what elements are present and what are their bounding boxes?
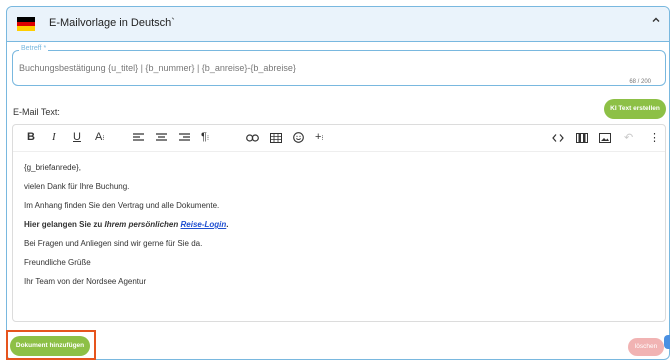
body-line: Ihr Team von der Nordsee Agentur [24, 277, 147, 286]
undo-icon[interactable]: ↶ [624, 131, 633, 144]
body-line: {g_briefanrede}, [24, 163, 81, 172]
body-line: Im Anhang finden Sie den Vertrag und all… [24, 201, 220, 210]
add-document-button[interactable]: Dokument hinzufügen [10, 336, 90, 356]
body-line: Freundliche Grüße [24, 258, 91, 267]
link-icon[interactable] [246, 133, 259, 143]
emoji-icon[interactable] [293, 132, 304, 143]
italic-icon[interactable]: I [52, 131, 56, 143]
ai-text-button[interactable]: KI Text erstellen [604, 99, 666, 119]
body-line-login: Hier gelangen Sie zu Ihrem persönlichen … [24, 220, 229, 229]
subject-field[interactable]: Betreff * Buchungsbestätigung {u_titel} … [12, 45, 666, 86]
character-counter: 68 / 200 [629, 79, 651, 85]
editor-toolbar: B I U A⁝ ¶⁝ +⁝ ↶ ⋮ [13, 125, 665, 152]
template-icon[interactable] [576, 133, 588, 143]
text-size-icon[interactable]: A⁝ [95, 131, 105, 143]
chevron-up-icon[interactable] [651, 15, 661, 28]
delete-button[interactable]: löschen [628, 338, 664, 356]
bold-icon[interactable]: B [27, 131, 35, 143]
side-handle[interactable] [664, 335, 670, 349]
image-icon[interactable] [599, 133, 611, 143]
german-flag-icon [17, 17, 35, 32]
accordion-header[interactable]: E-Mailvorlage in Deutsch` [7, 7, 669, 42]
accordion-title: E-Mailvorlage in Deutsch` [49, 17, 175, 29]
body-line: vielen Dank für Ihre Buchung. [24, 182, 130, 191]
insert-more-icon[interactable]: +⁝ [315, 131, 324, 143]
table-icon[interactable] [270, 133, 282, 143]
subject-label: Betreff * [19, 45, 49, 52]
paragraph-icon[interactable]: ¶⁝ [201, 131, 209, 143]
align-left-icon[interactable] [133, 133, 144, 143]
rich-text-editor[interactable]: B I U A⁝ ¶⁝ +⁝ ↶ ⋮ {g_briefanrede}, viel… [12, 124, 666, 322]
align-center-icon[interactable] [156, 133, 167, 143]
email-text-label: E-Mail Text: [13, 107, 60, 117]
underline-icon[interactable]: U [73, 131, 81, 143]
align-right-icon[interactable] [179, 133, 190, 143]
subject-input[interactable]: Buchungsbestätigung {u_titel} | {b_numme… [19, 63, 296, 73]
more-options-icon[interactable]: ⋮ [649, 131, 660, 144]
email-template-panel: E-Mailvorlage in Deutsch` Betreff * Buch… [6, 6, 670, 360]
reise-login-link[interactable]: Reise-Login [181, 220, 227, 229]
code-view-icon[interactable] [552, 133, 564, 143]
body-line: Bei Fragen und Anliegen sind wir gerne f… [24, 239, 203, 248]
